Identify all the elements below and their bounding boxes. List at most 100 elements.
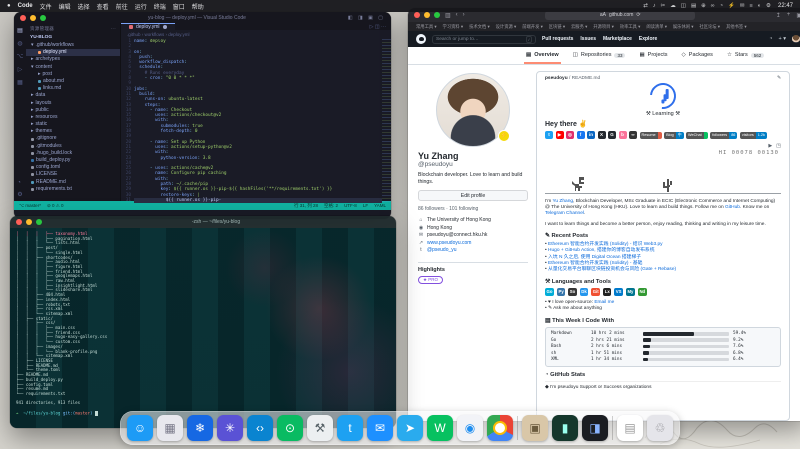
dock-launchpad[interactable]: ▦ (157, 415, 183, 441)
vscode-titlebar[interactable]: yu-blog — deploy.yml — Visual Studio Cod… (14, 12, 391, 23)
menu-status-icon-2[interactable]: ✂ (661, 3, 666, 9)
menu-item-窗口[interactable]: 窗口 (173, 2, 185, 11)
modified-dot-icon[interactable] (163, 25, 167, 29)
file-item-links.md[interactable]: links.md (26, 85, 120, 92)
dock-twitter[interactable]: t (337, 415, 363, 441)
share-icon[interactable]: ↥ (776, 12, 781, 19)
tab-deploy-yml[interactable]: deploy.yml (121, 23, 175, 30)
followers-line[interactable]: 86 followers · 101 following (418, 206, 528, 212)
dock-terminal-app[interactable]: ▮ (552, 415, 578, 441)
new-tab-icon[interactable]: + (787, 12, 791, 19)
game-play-icon[interactable]: ▶ (768, 143, 772, 149)
bookmark-item-3[interactable]: 设计资源 ▾ (496, 24, 517, 30)
reader-icon[interactable]: aA (600, 12, 606, 18)
dock-trash[interactable]: ♲ (647, 415, 673, 441)
file-item-config.toml[interactable]: config.toml (26, 164, 120, 171)
bookmark-item-10[interactable]: 娱乐休闲 ▾ (673, 24, 694, 30)
menu-status-icon-5[interactable]: ▤ (691, 3, 696, 9)
youtube-icon[interactable]: ▶ (556, 131, 564, 139)
bilibili-icon[interactable]: b (619, 131, 627, 139)
file-item-deploy.yml[interactable]: deploy.yml (26, 49, 120, 56)
github-logo-icon[interactable] (416, 34, 426, 44)
code-editor[interactable]: 1234567891011121314151617181920212223242… (121, 39, 391, 203)
dock-stats-app[interactable]: ✳ (217, 415, 243, 441)
game-fullscreen-icon[interactable]: ◳ (776, 143, 781, 149)
file-item-.gitignore[interactable]: .gitignore (26, 135, 120, 142)
terminal-body[interactable]: │ │ │ ├── taxonomy.html│ │ │ ├── paginat… (10, 228, 396, 428)
menu-item-帮助[interactable]: 帮助 (192, 2, 204, 11)
terminal-traffic-lights[interactable] (16, 219, 42, 225)
status-item-right-0[interactable]: 行 31, 列 28 (294, 203, 318, 209)
account-icon[interactable]: ◔ (17, 180, 22, 186)
menu-item-文件[interactable]: 文件 (40, 2, 52, 11)
readme-owner[interactable]: pseudoyu (545, 76, 568, 81)
debug-icon[interactable]: ▷ (18, 66, 23, 73)
menu-item-终端[interactable]: 终端 (154, 2, 166, 11)
bookmark-item-2[interactable]: 技术文档 ▾ (469, 24, 490, 30)
bookmark-item-4[interactable]: 前端开发 ▾ (522, 24, 543, 30)
file-item-data[interactable]: ▸data (26, 92, 120, 99)
minimap[interactable] (382, 39, 391, 203)
explorer-icon[interactable]: ▤ (17, 27, 23, 34)
badge-resume[interactable]: Resume (640, 132, 662, 139)
status-item-right-2[interactable]: UTF-8 (344, 203, 357, 209)
sidebar-icon[interactable]: ▥ (445, 12, 451, 19)
dino-game[interactable]: HI 00078 00130 (545, 150, 781, 194)
nav-link-issues[interactable]: Issues (580, 36, 596, 42)
breadcrumb[interactable]: .github › workflows › deploy.yml (121, 30, 391, 39)
menu-item-运行[interactable]: 运行 (135, 2, 147, 11)
menu-status-icon-12[interactable]: ◐ (758, 3, 761, 9)
badge-visitors[interactable]: visitors1.2k (740, 132, 767, 139)
menu-status-icon-6[interactable]: ⊕ (701, 3, 706, 9)
vscode-traffic-lights[interactable] (20, 15, 46, 21)
menu-status-icon-8[interactable]: ◔ (720, 3, 723, 9)
file-item-.github-workflows[interactable]: ▾.github/workflows (26, 42, 120, 49)
file-item-themes[interactable]: ▸themes (26, 128, 120, 135)
bookmark-item-7[interactable]: 开源项目 ▾ (593, 24, 614, 30)
menu-item-前往[interactable]: 前往 (116, 2, 128, 11)
dock-snowflake[interactable]: ❄ (187, 415, 213, 441)
explorer-more-icon[interactable]: ··· (111, 26, 116, 32)
file-item-build_deploy.py[interactable]: build_deploy.py (26, 157, 120, 164)
create-new-icon[interactable]: + ▾ (778, 36, 786, 42)
project-root[interactable]: YU-BLOG (26, 34, 120, 42)
nav-link-explore[interactable]: Explore (639, 36, 657, 42)
status-item-left-0[interactable]: ⌥ master* (19, 203, 41, 209)
badge-followers[interactable]: followers86 (710, 132, 737, 139)
editor-actions[interactable]: ▷ ◫ ··· (370, 23, 391, 30)
nav-link-marketplace[interactable]: Marketplace (603, 36, 632, 42)
tab-stars[interactable]: ☆Stars562 (725, 48, 766, 64)
status-item-right-1[interactable]: 空格: 2 (324, 203, 338, 209)
nav-link-pull-requests[interactable]: Pull requests (542, 36, 573, 42)
bookmark-item-12[interactable]: 其他书签 ▾ (726, 24, 747, 30)
post-link-4[interactable]: 从量化交易平台聊聊区块链投资机会与风险 (Gate + Rebase) (545, 267, 781, 273)
edit-readme-pencil-icon[interactable]: ✎ (777, 76, 781, 81)
menu-status-icon-1[interactable]: ♪ (653, 3, 656, 9)
menu-status-icon-11[interactable]: ≡ (750, 3, 753, 9)
vscode-layout-icons[interactable]: ◧ ◨ ▣ ▢ (348, 15, 385, 21)
twitter-icon[interactable]: t (545, 131, 553, 139)
menu-item-编辑[interactable]: 编辑 (59, 2, 71, 11)
dock-wechat-devtools[interactable]: ⊙ (277, 415, 303, 441)
linkedin-icon[interactable]: in (587, 131, 595, 139)
tab-projects[interactable]: ▦Projects (637, 48, 669, 64)
dock-appcleaner[interactable]: ▣ (522, 415, 548, 441)
bookmark-item-9[interactable]: 阅读清单 ▾ (646, 24, 667, 30)
bookmark-item-11[interactable]: 社区论坛 ▾ (699, 24, 720, 30)
browser-traffic-lights[interactable] (414, 12, 440, 18)
tab-overview[interactable]: ▤Overview (524, 48, 561, 64)
menu-item-选择[interactable]: 选择 (78, 2, 90, 11)
tab-packages[interactable]: ◇Packages (680, 48, 715, 64)
active-app-name[interactable]: Code (18, 3, 33, 9)
menu-status-icon-4[interactable]: ◫ (681, 3, 686, 9)
file-item-LICENSE[interactable]: LICENSE (26, 171, 120, 178)
menu-item-查看[interactable]: 查看 (97, 2, 109, 11)
bookmark-item-5[interactable]: 区块链 ▾ (549, 24, 565, 30)
menu-status-icon-9[interactable]: ⚡ (728, 3, 735, 9)
email-link[interactable]: Email me (594, 300, 614, 305)
inline-link[interactable]: Telegram Channel (545, 211, 584, 216)
file-item-static[interactable]: ▸static (26, 121, 120, 128)
file-item-post[interactable]: ▸post (26, 71, 120, 78)
apple-menu-icon[interactable]: ● (7, 3, 11, 9)
bookmark-item-0[interactable]: 常用工具 ▾ (416, 24, 437, 30)
